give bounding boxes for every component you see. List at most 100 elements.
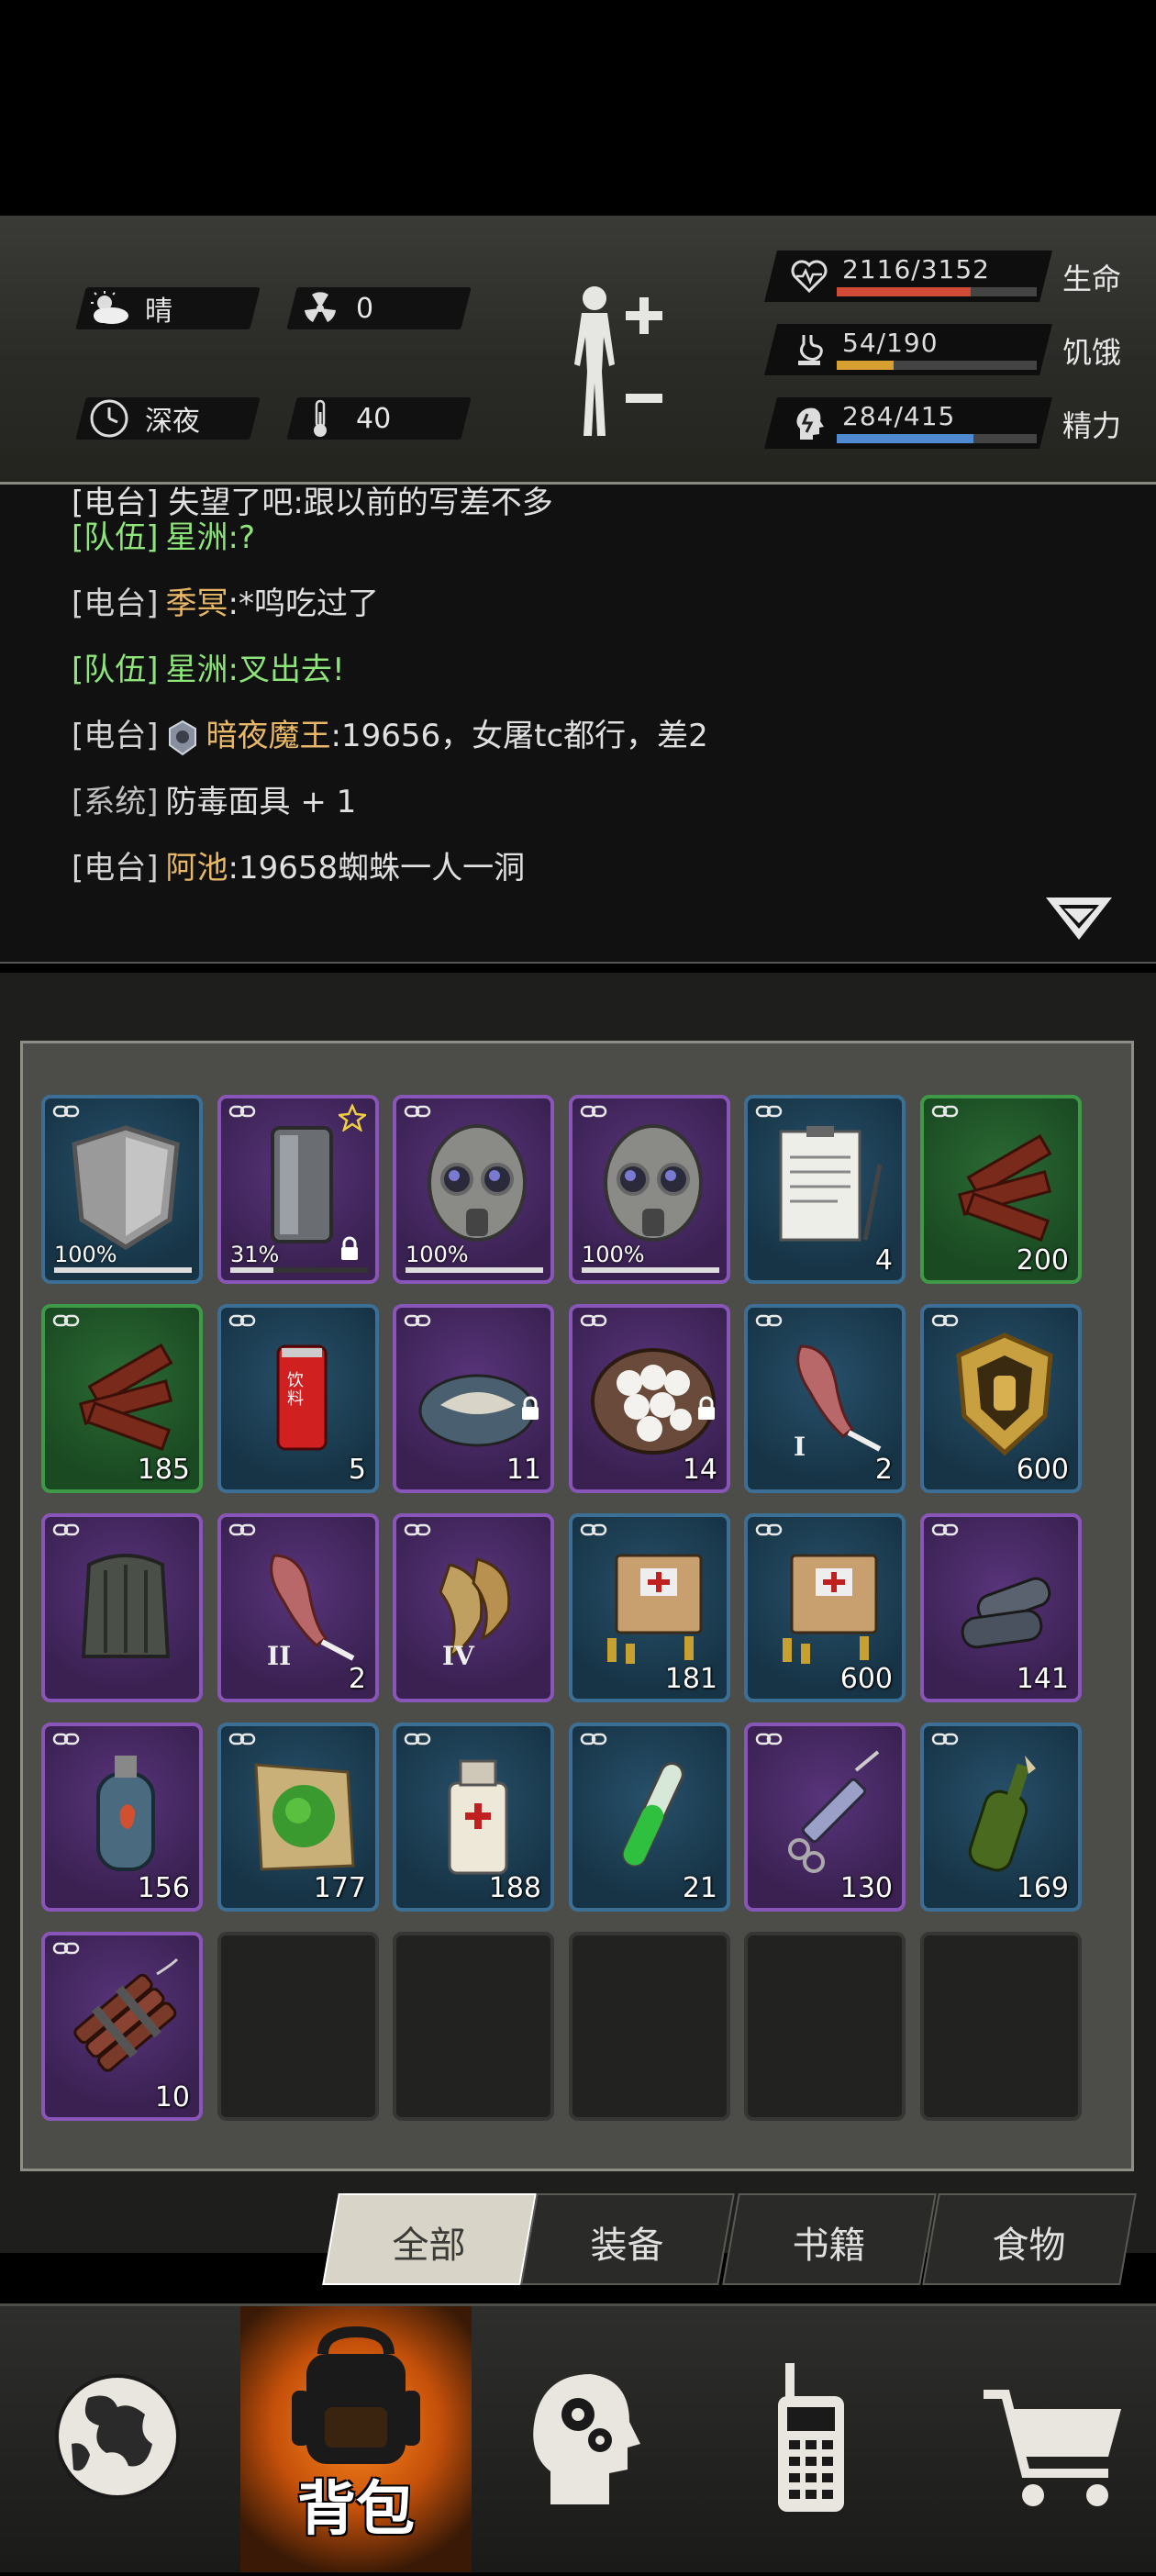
inventory-slot-empty[interactable] — [920, 1932, 1082, 2121]
inventory-slot-shield[interactable]: 100% — [41, 1095, 203, 1284]
energy-bar — [837, 434, 1037, 443]
inventory-slot-jerky[interactable]: 185 — [41, 1304, 203, 1493]
chat-sender-name[interactable]: 星洲 — [166, 652, 228, 688]
tier-label: II — [267, 1641, 292, 1671]
inventory-slot-meat-leg[interactable]: II 2 — [217, 1513, 379, 1702]
chat-line: [队伍] 星洲:? — [72, 512, 255, 557]
weather-text: 晴 — [145, 296, 172, 328]
inventory-slot-empty[interactable] — [744, 1932, 906, 2121]
tab-food[interactable]: 食物 — [922, 2193, 1137, 2285]
chat-message: :*鸣吃过了 — [228, 585, 379, 622]
inventory-slot-ammo-box[interactable]: 600 — [744, 1513, 906, 1702]
hunger-value: 54/190 — [842, 328, 939, 358]
nav-backpack[interactable]: 背包 — [240, 2306, 472, 2572]
expand-chat-button[interactable] — [1042, 892, 1116, 947]
item-count: 130 — [839, 1872, 893, 1904]
gold-badge-icon — [956, 1333, 1053, 1456]
link-icon — [404, 1523, 431, 1536]
inventory-slot-dumpling-bowl[interactable]: 14 — [569, 1304, 730, 1493]
nav-world-map[interactable] — [0, 2306, 231, 2572]
inventory-slot-meat-leg[interactable]: I2 — [744, 1304, 906, 1493]
meat-leg-icon — [270, 1554, 355, 1661]
chat-sender-name[interactable]: 阿池 — [166, 850, 228, 887]
inventory-slot-empty[interactable] — [393, 1932, 554, 2121]
chat-log[interactable]: [电台] 失望了吧:跟以前的写差不多 [队伍] 星洲:? [电台] 季冥:*鸣吃过了[… — [0, 485, 1156, 964]
inventory-slot-empty[interactable] — [217, 1932, 379, 2121]
link-icon — [228, 1105, 256, 1118]
molotov-icon — [968, 1756, 1036, 1872]
body-status-button[interactable] — [554, 280, 673, 445]
chat-message: 防毒面具 + 1 — [165, 784, 357, 820]
time-chip: 深夜 — [75, 397, 261, 440]
link-icon — [755, 1105, 783, 1118]
temperature-value: 40 — [356, 402, 392, 435]
tier-label: I — [794, 1432, 806, 1462]
nav-shop[interactable] — [925, 2306, 1156, 2572]
inventory-slot-syringe[interactable]: 130 — [744, 1723, 906, 1912]
inventory-slot-molotov[interactable]: 169 — [920, 1723, 1082, 1912]
inventory-slot-gold-badge[interactable]: 600 — [920, 1304, 1082, 1493]
head-gears-icon — [533, 2374, 640, 2504]
link-icon — [52, 1105, 80, 1118]
hunger-bar — [837, 361, 1037, 370]
chat-line: [系统] 防毒面具 + 1 — [72, 776, 356, 821]
health-bar — [837, 287, 1037, 296]
tab-equipment[interactable]: 装备 — [520, 2193, 735, 2285]
chat-message: :19658蜘蛛一人一洞 — [228, 850, 526, 887]
inventory-slot-soda-can[interactable]: 饮料 5 — [217, 1304, 379, 1493]
inventory-slot-empty[interactable] — [569, 1932, 730, 2121]
inventory-slot-gas-mask[interactable]: 100% — [569, 1095, 730, 1284]
inventory-slot-gas-mask[interactable]: 100% — [393, 1095, 554, 1284]
inventory-slot-medicine-bottle[interactable]: 188 — [393, 1723, 554, 1912]
inventory-slot-gas-canister[interactable]: 156 — [41, 1723, 203, 1912]
stomach-icon — [798, 335, 823, 365]
inventory-slot-armor-vest[interactable] — [41, 1513, 203, 1702]
chat-sender-name[interactable]: 季冥 — [166, 585, 228, 622]
link-icon — [755, 1523, 783, 1536]
inventory-slot-jerky[interactable]: 200 — [920, 1095, 1082, 1284]
link-icon — [404, 1105, 431, 1118]
health-value: 2116/3152 — [842, 254, 990, 284]
herb-paper-icon — [254, 1763, 355, 1871]
clock-icon — [88, 397, 130, 440]
globe-icon — [55, 2374, 180, 2499]
link-icon — [580, 1523, 607, 1536]
inventory-slot-ammo-box[interactable]: 181 — [569, 1513, 730, 1702]
durability-percent: 100% — [582, 1242, 645, 1267]
durability-percent: 100% — [54, 1242, 117, 1267]
item-count: 21 — [682, 1872, 717, 1904]
link-icon — [228, 1733, 256, 1745]
inventory-slot-bullets[interactable]: 141 — [920, 1513, 1082, 1702]
chat-sender-name[interactable]: 暗夜魔王 — [206, 718, 331, 754]
tab-all[interactable]: 全部 — [322, 2193, 537, 2285]
syringe-icon — [788, 1750, 880, 1873]
tab-label: 全部 — [392, 2225, 466, 2267]
chat-message: :19656，女屠tc都行，差2 — [330, 718, 708, 754]
energy-stat: 284/415 精力 — [764, 397, 1138, 449]
ammo-box-icon — [607, 1554, 703, 1664]
player-badge-icon — [168, 719, 196, 755]
chat-line: [电台] 阿池:19658蜘蛛一人一洞 — [72, 842, 525, 887]
time-of-day-text: 深夜 — [145, 406, 200, 438]
chat-sender-name[interactable]: 星洲 — [166, 519, 228, 556]
inventory-slot-wings[interactable]: IV — [393, 1513, 554, 1702]
item-count: 141 — [1016, 1663, 1069, 1695]
tab-books[interactable]: 书籍 — [722, 2193, 937, 2285]
inventory-slot-clipboard-document[interactable]: 4 — [744, 1095, 906, 1284]
shield-icon — [72, 1125, 180, 1250]
energy-value: 284/415 — [842, 401, 956, 431]
nav-skills[interactable] — [462, 2306, 694, 2572]
gas-canister-icon — [96, 1756, 155, 1871]
item-count: 14 — [682, 1454, 717, 1486]
nav-radio[interactable] — [694, 2306, 925, 2572]
chat-line: [队伍] 星洲:叉出去! — [72, 644, 345, 689]
chat-message: :叉出去! — [228, 652, 345, 688]
item-count: 177 — [313, 1872, 366, 1904]
inventory-slot-herb-paper[interactable]: 177 — [217, 1723, 379, 1912]
radiation-icon — [299, 287, 341, 329]
chat-message: :? — [228, 519, 256, 556]
inventory-slot-fish-plate[interactable]: 11 — [393, 1304, 554, 1493]
inventory-slot-test-tube[interactable]: 21 — [569, 1723, 730, 1912]
inventory-slot-riot-shield[interactable]: 31% — [217, 1095, 379, 1284]
inventory-slot-dynamite[interactable]: 10 — [41, 1932, 203, 2121]
